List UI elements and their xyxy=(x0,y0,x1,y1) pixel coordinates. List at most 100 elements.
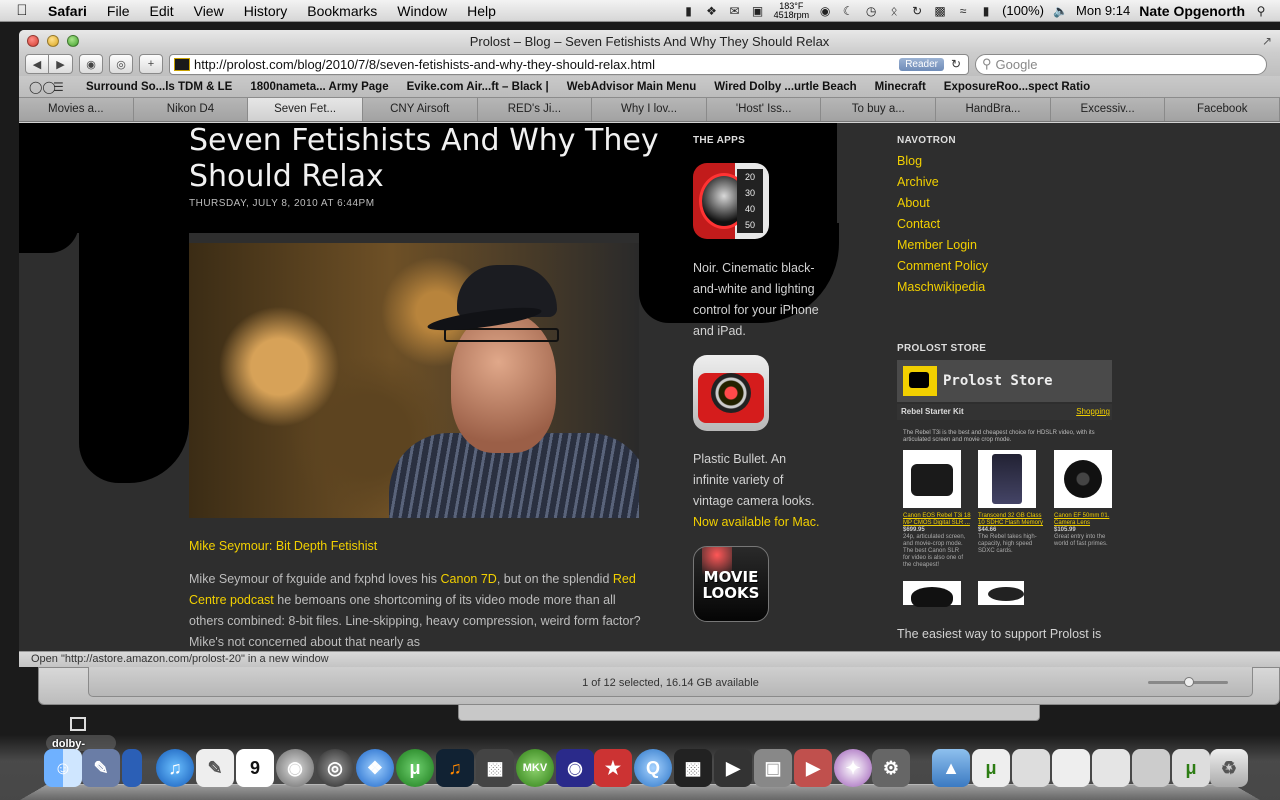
nav-link-maschwikipedia[interactable]: Maschwikipedia xyxy=(897,280,985,294)
spotlight-search-icon[interactable]: ⚲ xyxy=(1254,4,1268,18)
product-name[interactable]: Transcend 32 GB Class 10 SDHC Flash Memo… xyxy=(978,513,1048,527)
apple-menu-icon[interactable]:  xyxy=(0,2,44,19)
document-dock-icon[interactable]: μ xyxy=(1172,749,1210,787)
menu-bookmarks[interactable]: Bookmarks xyxy=(297,3,387,19)
moon-icon[interactable]: ☾ xyxy=(841,4,855,18)
reader-button[interactable]: Reader xyxy=(899,57,944,71)
clock[interactable]: Mon 9:14 xyxy=(1076,3,1130,18)
zoom-button[interactable] xyxy=(67,35,79,47)
tab[interactable]: Nikon D4 xyxy=(133,98,249,121)
app-menu[interactable]: Safari xyxy=(44,3,97,19)
product-name[interactable]: Canon EOS Rebel T3i 18 MP CMOS Digital S… xyxy=(903,513,973,527)
utorrent-dock-icon[interactable]: μ xyxy=(396,749,434,787)
search-field[interactable]: ⚲ Google xyxy=(975,53,1267,75)
tab-active[interactable]: Seven Fet... xyxy=(248,98,363,121)
icon-size-slider-knob[interactable] xyxy=(1184,677,1194,687)
volume-icon[interactable]: 🔈 xyxy=(1053,4,1068,18)
microphone-icon[interactable]: ▮ xyxy=(682,4,696,18)
dvd-player-dock-icon[interactable]: ▶ xyxy=(794,749,832,787)
bluetooth-icon[interactable]: ᛟ xyxy=(887,4,901,18)
plastic-bullet-mac-link[interactable]: Now available for Mac. xyxy=(693,515,819,529)
audacity-dock-icon[interactable]: ♫ xyxy=(436,749,474,787)
mkv-dock-icon[interactable]: MKV xyxy=(516,749,554,787)
document-dock-icon[interactable] xyxy=(1092,749,1130,787)
battery-percent[interactable]: (100%) xyxy=(1002,3,1044,18)
system-preferences-dock-icon[interactable]: ⚙ xyxy=(872,749,910,787)
tab[interactable]: RED's Ji... xyxy=(477,98,593,121)
nav-link-archive[interactable]: Archive xyxy=(897,175,939,189)
forward-button[interactable]: ▶ xyxy=(49,54,73,74)
url-text[interactable]: http://prolost.com/blog/2010/7/8/seven-f… xyxy=(194,57,899,72)
document-dock-icon[interactable] xyxy=(1132,749,1170,787)
tab[interactable]: Movies a... xyxy=(19,98,134,121)
bookmark-item[interactable]: 1800nameta... Army Page xyxy=(241,81,397,93)
document-dock-icon[interactable] xyxy=(1052,749,1090,787)
bookmarks-book-icon[interactable]: ☰ xyxy=(53,80,77,94)
preview-dock-icon[interactable]: ✎ xyxy=(82,749,120,787)
monitor-dock-icon[interactable]: ▩ xyxy=(476,749,514,787)
bookmark-item[interactable]: ExposureRoo...spect Ratio xyxy=(935,81,1099,93)
sync-icon[interactable]: ↻ xyxy=(910,4,924,18)
post-title[interactable]: Seven Fetishists And Why They Should Rel… xyxy=(189,123,659,195)
menu-view[interactable]: View xyxy=(184,3,234,19)
torrent-file-dock-icon[interactable]: μ xyxy=(972,749,1010,787)
bookmark-item[interactable]: Evike.com Air...ft – Black | xyxy=(398,81,558,93)
reading-list-icon[interactable]: ◯◯ xyxy=(29,80,56,94)
trash-dock-icon[interactable]: ♻ xyxy=(1210,749,1248,787)
fullscreen-icon[interactable]: ↗ xyxy=(1262,34,1272,48)
product-lens-hood-image[interactable] xyxy=(903,581,961,607)
bookmark-item[interactable]: Wired Dolby ...urtle Beach xyxy=(705,81,865,93)
minimize-button[interactable] xyxy=(47,35,59,47)
extension-button[interactable]: ◎ xyxy=(109,54,133,74)
motion-dock-icon[interactable]: ✦ xyxy=(834,749,872,787)
user-menu[interactable]: Nate Opgenorth xyxy=(1139,3,1245,19)
vlc-remote-dock-icon[interactable]: ◉ xyxy=(556,749,594,787)
post-subhead-link[interactable]: Mike Seymour: Bit Depth Fetishist xyxy=(189,539,377,553)
wifi-icon[interactable]: ≈ xyxy=(956,4,970,18)
menu-history[interactable]: History xyxy=(234,3,298,19)
document-dock-icon[interactable] xyxy=(1012,749,1050,787)
noir-app-icon[interactable]: 20 30 40 50 xyxy=(693,163,769,239)
plastic-bullet-app-icon[interactable] xyxy=(693,355,769,431)
product-sd-card-image[interactable] xyxy=(978,450,1036,508)
nav-link-about[interactable]: About xyxy=(897,196,930,210)
product-name[interactable]: Canon EF 50mm f/1. Camera Lens xyxy=(1054,513,1124,527)
finder-dock-icon[interactable]: ☺ xyxy=(44,749,82,787)
applications-folder-dock-icon[interactable]: ▲ xyxy=(932,749,970,787)
speaker-dock-icon[interactable]: ◉ xyxy=(276,749,314,787)
menu-help[interactable]: Help xyxy=(457,3,506,19)
menu-file[interactable]: File xyxy=(97,3,140,19)
time-machine-icon[interactable]: ◷ xyxy=(864,4,878,18)
nav-link-comment-policy[interactable]: Comment Policy xyxy=(897,259,988,273)
product-camera-image[interactable] xyxy=(903,450,961,508)
bookmark-item[interactable]: Minecraft xyxy=(866,81,935,93)
back-button[interactable]: ◀ xyxy=(25,54,49,74)
battery-icon[interactable]: ▮ xyxy=(979,4,993,18)
menu-window[interactable]: Window xyxy=(387,3,457,19)
display-icon[interactable]: ▣ xyxy=(751,4,765,18)
game-dock-icon[interactable]: ★ xyxy=(594,749,632,787)
bookmark-item[interactable]: WebAdvisor Main Menu xyxy=(558,81,706,93)
tab[interactable]: Excessiv... xyxy=(1050,98,1166,121)
image-capture-dock-icon[interactable]: ▣ xyxy=(754,749,792,787)
add-bookmark-button[interactable]: + xyxy=(139,54,163,74)
address-bar[interactable]: http://prolost.com/blog/2010/7/8/seven-f… xyxy=(169,53,969,75)
ufo-icon[interactable]: ◉ xyxy=(818,4,832,18)
textedit-dock-icon[interactable]: ✎ xyxy=(196,749,234,787)
tab[interactable]: HandBra... xyxy=(936,98,1051,121)
itunes-dock-icon[interactable]: ♫ xyxy=(156,749,194,787)
nav-link-member-login[interactable]: Member Login xyxy=(897,238,977,252)
canon-7d-link[interactable]: Canon 7D xyxy=(441,572,497,586)
tab[interactable]: 'Host' Iss... xyxy=(706,98,822,121)
bookmark-item[interactable]: Surround So...ls TDM & LE xyxy=(77,81,241,93)
movie-looks-app-icon[interactable]: MOVIE LOOKS xyxy=(693,546,769,622)
close-button[interactable] xyxy=(27,35,39,47)
imovie-dock-icon[interactable]: ▩ xyxy=(674,749,712,787)
product-filter-image[interactable] xyxy=(978,581,1024,605)
calendar-dock-icon[interactable]: 9 xyxy=(236,749,274,787)
shopping-cart-link[interactable]: Shopping xyxy=(1076,404,1110,420)
reload-icon[interactable]: ↻ xyxy=(948,57,964,71)
final-cut-dock-icon[interactable]: ▶ xyxy=(714,749,752,787)
nav-link-contact[interactable]: Contact xyxy=(897,217,940,231)
app-dock-icon[interactable] xyxy=(122,749,142,787)
